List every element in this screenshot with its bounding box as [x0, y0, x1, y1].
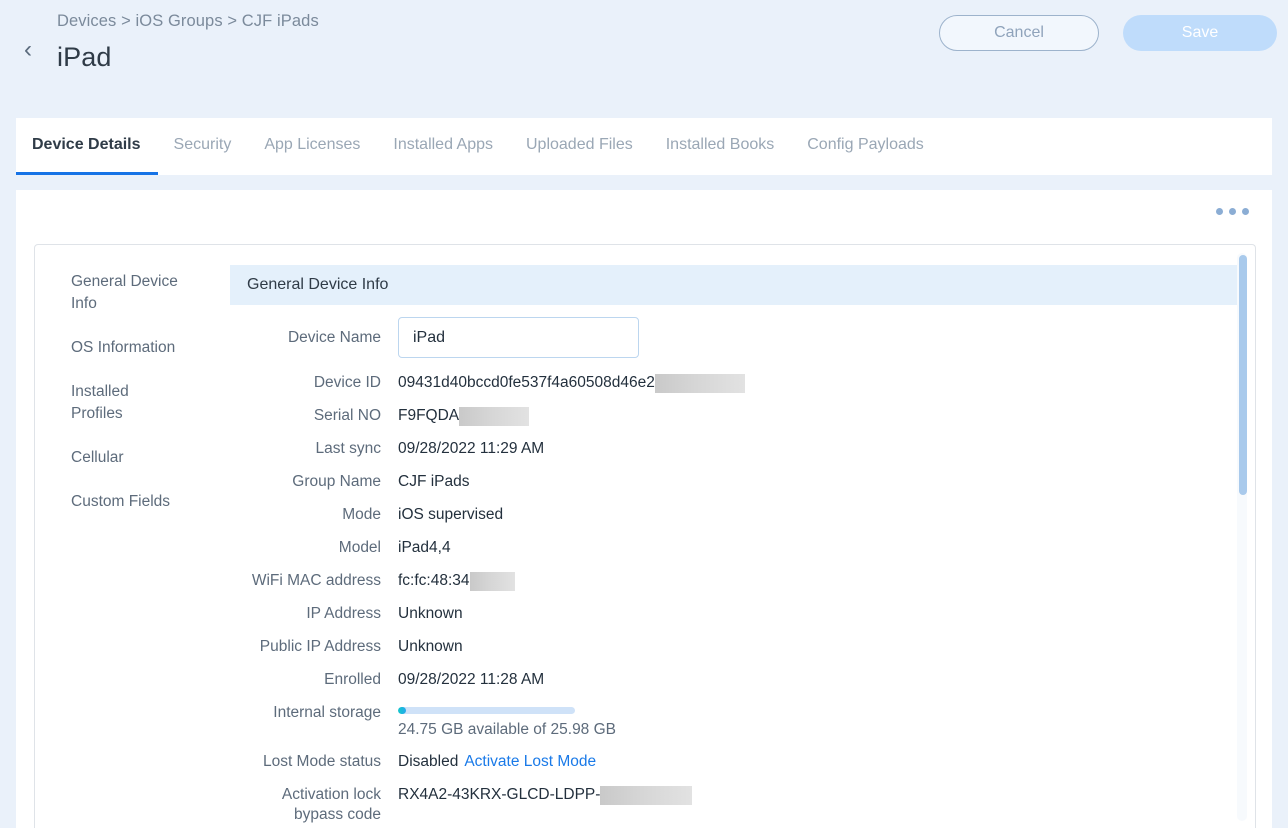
kebab-dot [1229, 208, 1236, 215]
field-label: Mode [342, 506, 381, 523]
tab-config-payloads[interactable]: Config Payloads [807, 118, 924, 172]
field-label-line2: bypass code [293, 806, 381, 823]
field-lost-mode-status: Lost Mode status Disabled Activate Lost … [230, 749, 1255, 773]
field-label-line1: Activation lock [281, 786, 381, 803]
device-name-input[interactable] [398, 317, 639, 358]
field-value: CJF iPads [398, 473, 470, 490]
field-list: Device Name Device ID 09431d40bccd0fe537… [230, 305, 1255, 825]
lost-mode-state: Disabled [398, 753, 459, 770]
serial-value: F9FQDA [398, 407, 460, 424]
page-header: ‹ Devices > iOS Groups > CJF iPads iPad … [0, 0, 1288, 118]
redaction-block [600, 785, 693, 805]
field-value: iOS supervised [398, 506, 504, 523]
field-label: Lost Mode status [262, 753, 381, 770]
redaction-block [654, 373, 745, 393]
field-enrolled: Enrolled 09/28/2022 11:28 AM [230, 667, 1255, 691]
field-value: 24.75 GB available of 25.98 GB [398, 700, 616, 740]
field-value: 09431d40bccd0fe537f4a60508d46e2 [398, 370, 745, 393]
save-button[interactable]: Save [1123, 15, 1277, 51]
content-card: General Device Info OS Information Insta… [16, 190, 1272, 828]
tab-uploaded-files[interactable]: Uploaded Files [526, 118, 633, 172]
page-title: iPad [57, 42, 112, 72]
sidebar-item-custom-fields[interactable]: Custom Fields [35, 491, 195, 513]
chevron-left-icon[interactable]: ‹ [17, 38, 39, 62]
field-internal-storage: Internal storage 24.75 GB available of 2… [230, 700, 1255, 740]
redaction-block [469, 571, 515, 591]
tab-installed-books[interactable]: Installed Books [666, 118, 775, 172]
storage-caption: 24.75 GB available of 25.98 GB [398, 721, 617, 738]
field-mode: Mode iOS supervised [230, 502, 1255, 526]
bypass-code-value: RX4A2-43KRX-GLCD-LDPP- [398, 786, 601, 803]
tab-device-details[interactable]: Device Details [16, 118, 157, 175]
field-value: Unknown [398, 605, 463, 622]
field-public-ip-address: Public IP Address Unknown [230, 634, 1255, 658]
field-label: Public IP Address [259, 638, 381, 655]
field-device-id: Device ID 09431d40bccd0fe537f4a60508d46e… [230, 370, 1255, 394]
field-value: RX4A2-43KRX-GLCD-LDPP- [398, 782, 693, 805]
field-serial-no: Serial NO F9FQDA [230, 403, 1255, 427]
vertical-scrollbar-track[interactable] [1237, 253, 1247, 821]
field-label: Device ID [313, 374, 381, 391]
field-device-name: Device Name [230, 317, 1255, 358]
cancel-button[interactable]: Cancel [939, 15, 1099, 51]
field-wifi-mac-address: WiFi MAC address fc:fc:48:34 [230, 568, 1255, 592]
field-model: Model iPad4,4 [230, 535, 1255, 559]
kebab-dot [1216, 208, 1223, 215]
field-label: WiFi MAC address [251, 572, 381, 589]
details-side-nav: General Device Info OS Information Insta… [35, 245, 230, 535]
vertical-scrollbar-thumb[interactable] [1239, 255, 1247, 495]
field-label: Group Name [292, 473, 381, 490]
field-value: Unknown [398, 638, 463, 655]
general-device-info-section: General Device Info Device Name Device I… [230, 245, 1255, 828]
details-panel: General Device Info OS Information Insta… [34, 244, 1256, 828]
sidebar-item-os-information[interactable]: OS Information [35, 337, 195, 359]
storage-meter: 24.75 GB available of 25.98 GB [398, 700, 616, 740]
tab-installed-apps[interactable]: Installed Apps [393, 118, 493, 172]
breadcrumb[interactable]: Devices > iOS Groups > CJF iPads [57, 12, 319, 31]
wifi-mac-value: fc:fc:48:34 [398, 572, 470, 589]
sidebar-item-general-device-info[interactable]: General Device Info [35, 271, 195, 315]
sidebar-item-cellular[interactable]: Cellular [35, 447, 195, 469]
field-last-sync: Last sync 09/28/2022 11:29 AM [230, 436, 1255, 460]
tab-security[interactable]: Security [174, 118, 232, 172]
tab-app-licenses[interactable]: App Licenses [264, 118, 360, 172]
field-label: Model [338, 539, 381, 556]
storage-progress-track [398, 707, 575, 714]
field-value: iPad4,4 [398, 539, 451, 556]
field-value: 09/28/2022 11:28 AM [398, 671, 545, 688]
field-label: Internal storage [273, 704, 381, 721]
field-label: Last sync [315, 440, 381, 457]
field-label: Serial NO [313, 407, 381, 424]
field-group-name: Group Name CJF iPads [230, 469, 1255, 493]
device-details-page: ‹ Devices > iOS Groups > CJF iPads iPad … [0, 0, 1288, 828]
storage-progress-fill [398, 707, 407, 714]
redaction-block [459, 406, 530, 426]
kebab-dot [1242, 208, 1249, 215]
more-horizontal-icon[interactable] [1212, 204, 1253, 219]
field-value: F9FQDA [398, 403, 530, 426]
section-title: General Device Info [230, 265, 1243, 305]
field-label: Enrolled [324, 671, 381, 688]
field-value: 09/28/2022 11:29 AM [398, 440, 545, 457]
field-label: IP Address [306, 605, 381, 622]
field-value [398, 317, 639, 358]
field-value: fc:fc:48:34 [398, 568, 515, 591]
field-ip-address: IP Address Unknown [230, 601, 1255, 625]
field-value: Disabled Activate Lost Mode [398, 749, 596, 772]
tabs-card: Device Details Security App Licenses Ins… [16, 118, 1272, 175]
tab-bar: Device Details Security App Licenses Ins… [16, 118, 957, 175]
field-activation-lock-bypass-code: Activation lock bypass code RX4A2-43KRX-… [230, 782, 1255, 825]
device-id-value: 09431d40bccd0fe537f4a60508d46e2 [398, 374, 655, 391]
sidebar-item-installed-profiles[interactable]: Installed Profiles [35, 381, 195, 425]
activate-lost-mode-link[interactable]: Activate Lost Mode [464, 752, 596, 772]
field-label: Device Name [287, 329, 381, 346]
field-label: Activation lock bypass code [230, 782, 398, 825]
